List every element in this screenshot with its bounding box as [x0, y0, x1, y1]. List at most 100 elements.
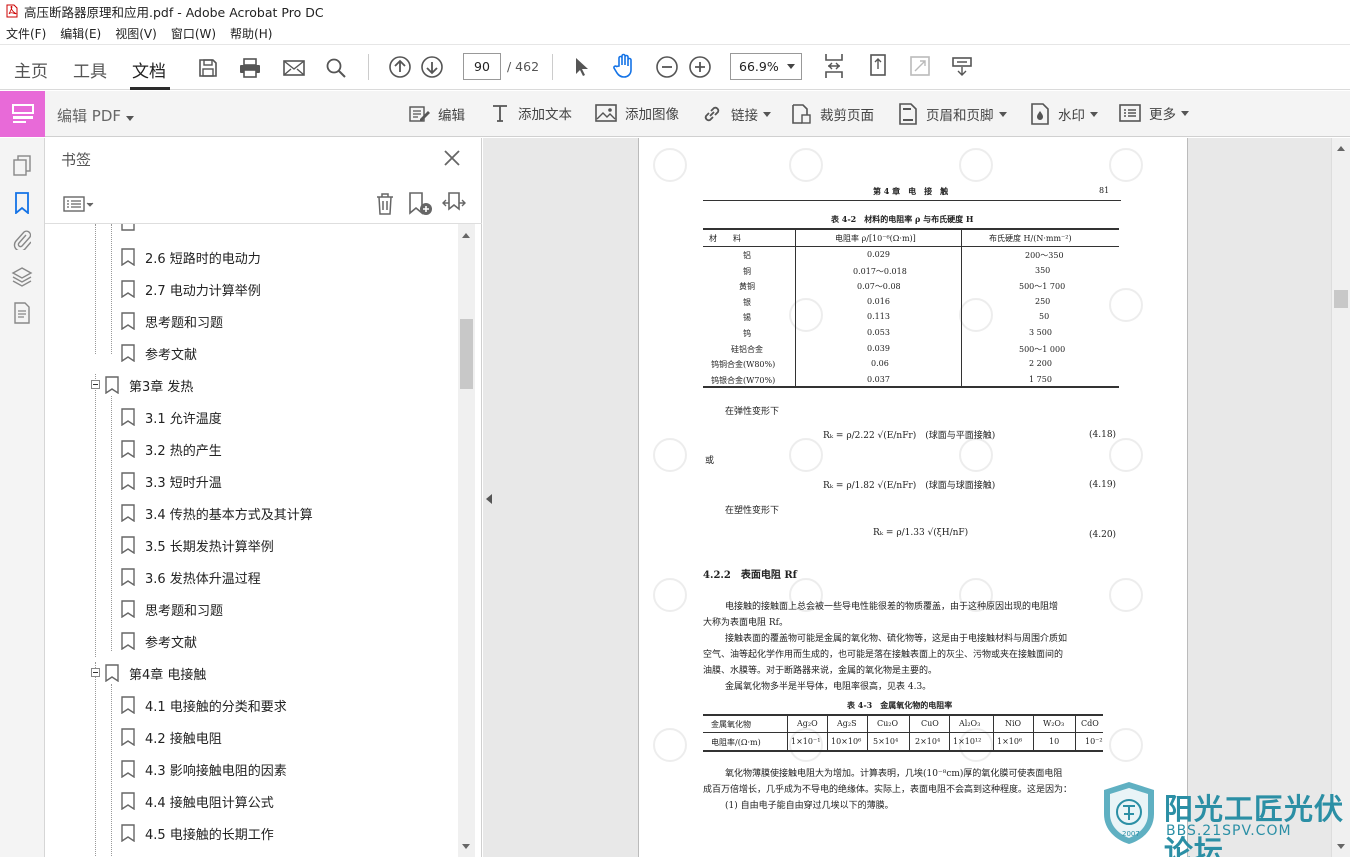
add-text-button[interactable]: 添加文本 — [490, 103, 572, 123]
edit-pdf-title[interactable]: 编辑 PDF — [57, 105, 134, 126]
bookmark-item[interactable]: 4.4 接触电阻计算公式 — [121, 785, 274, 817]
bookmark-item[interactable]: 3.5 长期发热计算举例 — [121, 529, 274, 561]
bookmark-item[interactable]: 4.5 电接触的长期工作 — [121, 817, 274, 849]
table-cell: 0.017～0.018 — [853, 267, 907, 276]
table-rule — [961, 228, 962, 386]
collapse-toggle[interactable] — [91, 380, 100, 389]
email-icon[interactable] — [280, 54, 308, 82]
bookmark-chapter[interactable]: 第3章 发热 — [105, 369, 193, 401]
bookmark-icon — [105, 664, 119, 682]
add-image-button[interactable]: 添加图像 — [595, 103, 679, 123]
close-icon[interactable] — [442, 148, 462, 168]
tab-document[interactable]: 文档 — [132, 57, 166, 82]
scroll-up-arrow-icon[interactable] — [1337, 146, 1345, 151]
hand-tool-icon[interactable] — [610, 52, 638, 80]
bookmark-item[interactable]: 4.3 影响接触电阻的因素 — [121, 753, 287, 785]
table-cell: 10⁻² — [1085, 737, 1103, 746]
table-cell: 0.029 — [867, 250, 890, 259]
menu-help[interactable]: 帮助(H) — [230, 25, 272, 42]
print-icon[interactable] — [236, 54, 264, 82]
collapse-toggle[interactable] — [91, 668, 100, 677]
more-button[interactable]: 更多 — [1119, 103, 1189, 123]
crop-pages-button[interactable]: 裁剪页面 — [790, 103, 874, 125]
save-icon[interactable] — [194, 54, 222, 82]
delete-bookmark-icon[interactable] — [374, 192, 396, 216]
bookmark-options-icon[interactable] — [63, 194, 97, 214]
table-rule — [795, 228, 796, 386]
table-cell: 1 750 — [1029, 375, 1052, 384]
scrollbar-thumb[interactable] — [1334, 290, 1348, 308]
table-rule — [703, 228, 1119, 230]
link-button[interactable]: 链接 — [701, 103, 771, 125]
edit-button[interactable]: 编辑 — [408, 103, 465, 125]
next-page-icon[interactable] — [418, 53, 446, 81]
bookmark-item[interactable]: 3.4 传热的基本方式及其计算 — [121, 497, 313, 529]
edit-pdf-toolbar: 编辑 PDF 编辑 添加文本 添加图像 链接 裁剪页面 页眉和页脚 水印 更多 — [0, 91, 1350, 137]
bookmarks-icon[interactable] — [11, 192, 33, 214]
bookmark-item[interactable]: 3.3 短时升温 — [121, 465, 222, 497]
table-cell: 硅铝合金 — [731, 345, 763, 354]
bookmark-item[interactable]: 思考题和习题 — [121, 305, 223, 337]
tab-home[interactable]: 主页 — [14, 57, 48, 82]
bookmark-item[interactable]: 思考题和习题 — [121, 593, 223, 625]
header-footer-button[interactable]: 页眉和页脚 — [898, 103, 1007, 125]
bookmark-item[interactable]: 4.2 接触电阻 — [121, 721, 222, 753]
table-cell: 0.06 — [871, 359, 889, 368]
fit-page-scroll-icon[interactable] — [820, 52, 848, 80]
table-header-cell: 布氏硬度 H/(N·mm⁻²) — [989, 234, 1072, 243]
paragraph-text: 在塑性变形下 — [725, 506, 780, 516]
bookmark-item[interactable]: 3.6 发热体升温过程 — [121, 561, 261, 593]
watermark-mark — [789, 148, 823, 182]
attachments-icon[interactable] — [11, 228, 33, 250]
bookmark-item[interactable]: 2.7 电动力计算举例 — [121, 273, 261, 305]
bookmarks-scrollbar[interactable] — [458, 224, 475, 857]
bookmark-item[interactable]: 参考文献 — [121, 337, 197, 369]
crop-icon — [792, 104, 811, 124]
search-icon[interactable] — [322, 54, 350, 82]
equation-4-20: Rₖ = ρ/1.33 √(ξH/nF) — [873, 528, 969, 538]
rotate-page-icon[interactable] — [864, 52, 892, 80]
pdf-page[interactable]: 第 4 章 电 接 触 81 表 4-2 材料的电阻率 ρ 与布氏硬度 H 材 … — [638, 138, 1188, 857]
table-cell: 铜 — [743, 267, 751, 276]
menu-file[interactable]: 文件(F) — [6, 25, 46, 42]
expand-bookmark-icon[interactable] — [441, 191, 467, 217]
bookmark-item[interactable]: 参考文献 — [121, 625, 197, 657]
forum-shield-icon: 2007 — [1104, 782, 1154, 844]
bookmark-icon — [121, 632, 135, 650]
page-thumbnails-icon[interactable] — [11, 154, 33, 176]
page-number-input[interactable]: 90 — [463, 53, 501, 80]
table-rule — [949, 714, 950, 750]
watermark-button[interactable]: 水印 — [1030, 103, 1098, 125]
previous-page-icon[interactable] — [386, 53, 414, 81]
menu-window[interactable]: 窗口(W) — [171, 25, 216, 42]
content-icon[interactable] — [11, 302, 33, 324]
collapse-panel-arrow-icon[interactable] — [486, 494, 492, 504]
select-cursor-icon[interactable] — [567, 53, 595, 81]
bookmark-item[interactable]: 2.6 短路时的电动力 — [121, 241, 261, 273]
bookmark-item[interactable]: 4.1 电接触的分类和要求 — [121, 689, 287, 721]
scrollbar-thumb[interactable] — [460, 319, 473, 389]
menu-view[interactable]: 视图(V) — [115, 25, 157, 42]
page-total: / 462 — [507, 59, 540, 74]
bookmark-chapter[interactable]: 第4章 电接触 — [105, 657, 206, 689]
scroll-down-arrow-icon[interactable] — [462, 844, 470, 849]
document-scrollbar[interactable] — [1331, 138, 1350, 857]
menu-edit[interactable]: 编辑(E) — [60, 25, 101, 42]
header-footer-icon — [899, 103, 917, 125]
new-bookmark-icon[interactable] — [407, 191, 433, 217]
watermark-mark — [1109, 438, 1143, 472]
zoom-out-icon[interactable] — [653, 53, 681, 81]
scroll-up-arrow-icon[interactable] — [462, 233, 470, 238]
zoom-in-icon[interactable] — [686, 53, 714, 81]
reading-mode-icon[interactable] — [948, 52, 976, 80]
bookmark-item[interactable]: 3.1 允许温度 — [121, 401, 222, 433]
bookmark-item[interactable]: 3.2 热的产生 — [121, 433, 222, 465]
bookmark-icon — [121, 600, 135, 618]
edit-pdf-tool-icon[interactable] — [0, 91, 45, 137]
zoom-dropdown[interactable]: 66.9% — [730, 53, 802, 80]
table-cell: 0.039 — [867, 344, 890, 353]
full-screen-icon[interactable] — [906, 52, 934, 80]
tab-tools[interactable]: 工具 — [73, 57, 107, 82]
table-header-cell: Ag₂O — [797, 719, 818, 728]
layers-icon[interactable] — [11, 266, 33, 288]
